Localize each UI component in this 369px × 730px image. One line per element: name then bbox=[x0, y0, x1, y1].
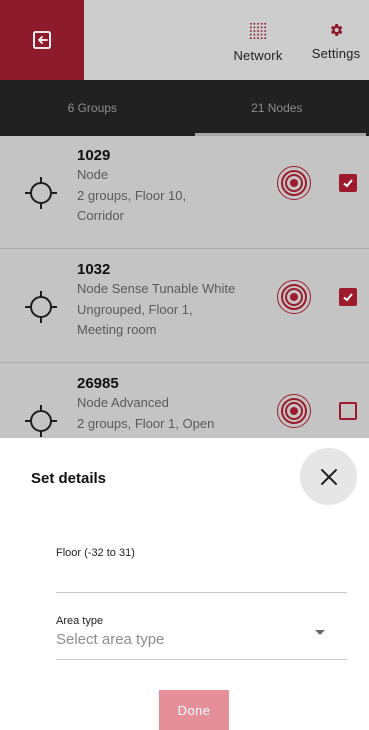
close-button[interactable] bbox=[300, 448, 357, 505]
list-item[interactable]: 1032 Node Sense Tunable White Ungrouped,… bbox=[0, 250, 369, 363]
target-icon bbox=[281, 398, 307, 424]
identify-button[interactable] bbox=[277, 280, 311, 314]
top-bar: Network Settings bbox=[0, 0, 369, 80]
checkmark-icon bbox=[343, 293, 353, 302]
node-area: Corridor bbox=[77, 208, 124, 223]
light-bulb-icon bbox=[25, 291, 57, 323]
tab-bar: 6 Groups 21 Nodes bbox=[0, 80, 369, 136]
list-item[interactable]: 26985 Node Advanced 2 groups, Floor 1, O… bbox=[0, 364, 369, 438]
area-type-placeholder: Select area type bbox=[56, 631, 165, 648]
gear-icon bbox=[331, 24, 343, 36]
close-icon bbox=[320, 468, 337, 485]
set-details-sheet: Set details Floor (-32 to 31) Area type … bbox=[0, 438, 369, 730]
node-type: Node Advanced bbox=[77, 395, 169, 410]
node-area: Meeting room bbox=[77, 322, 157, 337]
node-checkbox[interactable] bbox=[339, 288, 357, 306]
node-checkbox[interactable] bbox=[339, 402, 357, 420]
floor-field-label: Floor (-32 to 31) bbox=[56, 547, 135, 559]
identify-button[interactable] bbox=[277, 394, 311, 428]
light-bulb-icon bbox=[25, 177, 57, 209]
target-icon bbox=[281, 170, 307, 196]
node-location: 2 groups, Floor 10, bbox=[77, 187, 187, 203]
node-name: 1032 bbox=[77, 261, 111, 278]
node-checkbox[interactable] bbox=[339, 174, 357, 192]
checkmark-icon bbox=[343, 179, 353, 188]
node-type: Node Sense Tunable White bbox=[77, 281, 236, 296]
light-bulb-icon bbox=[25, 405, 57, 437]
tab-nodes[interactable]: 21 Nodes bbox=[185, 80, 369, 136]
sheet-title: Set details bbox=[31, 470, 107, 487]
network-button[interactable]: Network bbox=[226, 22, 290, 63]
node-list: 1029 Node 2 groups, Floor 10, Corridor 1… bbox=[0, 136, 369, 438]
list-item[interactable]: 1029 Node 2 groups, Floor 10, Corridor bbox=[0, 136, 369, 249]
tab-groups[interactable]: 6 Groups bbox=[0, 80, 185, 136]
done-button[interactable]: Done bbox=[159, 690, 229, 730]
node-location: Ungrouped, Floor 1, bbox=[77, 301, 193, 317]
network-label: Network bbox=[233, 48, 283, 63]
exit-button[interactable] bbox=[0, 0, 84, 80]
identify-button[interactable] bbox=[277, 166, 311, 200]
area-type-label: Area type bbox=[56, 615, 104, 627]
settings-label: Settings bbox=[311, 46, 361, 61]
dropdown-arrow-icon bbox=[315, 630, 325, 635]
exit-icon bbox=[33, 31, 51, 49]
node-location: 2 groups, Floor 1, Open bbox=[77, 415, 215, 431]
area-type-select[interactable]: Area type Select area type bbox=[56, 611, 347, 660]
target-icon bbox=[281, 284, 307, 310]
node-name: 1029 bbox=[77, 147, 111, 164]
node-type: Node bbox=[77, 167, 109, 182]
settings-button[interactable]: Settings bbox=[304, 22, 368, 61]
floor-field[interactable]: Floor (-32 to 31) bbox=[56, 539, 347, 593]
node-name: 26985 bbox=[77, 375, 119, 392]
grid-dots-icon bbox=[250, 23, 266, 39]
